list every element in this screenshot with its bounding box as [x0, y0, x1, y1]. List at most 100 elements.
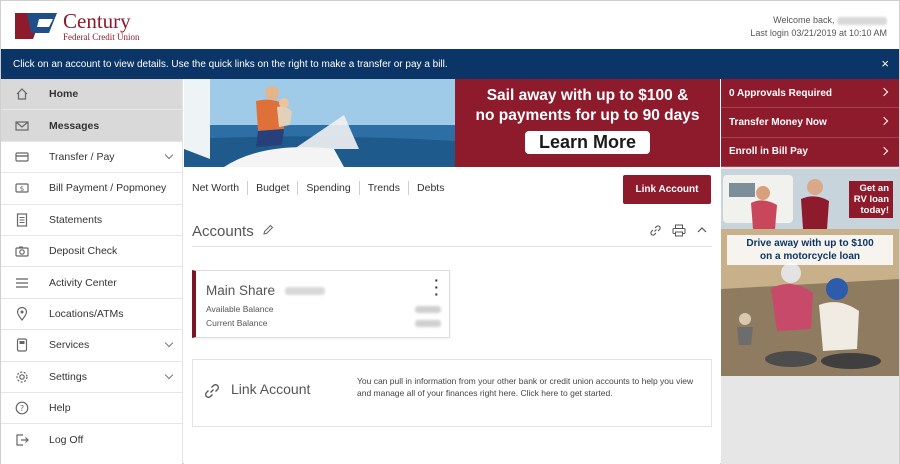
accounts-tools [649, 224, 708, 240]
link-account-description: You can pull in information from your ot… [357, 376, 694, 398]
svg-text:$: $ [20, 185, 24, 193]
sidebar-item-label: Transfer / Pay [49, 150, 115, 163]
sidebar-item-messages[interactable]: Messages [1, 110, 182, 142]
notice-bar: Click on an account to view details. Use… [1, 49, 899, 79]
quick-link-label: Enroll in Bill Pay [729, 146, 808, 158]
logo-flag-icon [13, 11, 61, 41]
sidebar-item-label: Log Off [49, 433, 84, 446]
loan-advertisement[interactable]: Get an RV loan today! Drive away with up… [721, 169, 899, 376]
notice-text: Click on an account to view details. Use… [13, 58, 448, 70]
chevron-right-icon [879, 117, 889, 126]
sidebar-item-activity-center[interactable]: Activity Center [1, 267, 182, 299]
close-icon[interactable]: × [881, 56, 889, 71]
sidebar-item-log-off[interactable]: Log Off [1, 424, 182, 455]
quick-links-column: 0 Approvals Required Transfer Money Now … [721, 79, 899, 464]
camera-icon [15, 244, 29, 258]
sidebar-item-label: Services [49, 339, 90, 352]
quick-link-label: 0 Approvals Required [729, 87, 832, 99]
kebab-menu-icon[interactable]: · · · [434, 273, 439, 301]
sidebar-item-deposit-check[interactable]: Deposit Check [1, 236, 182, 268]
card-icon [15, 150, 29, 164]
sidebar-item-services[interactable]: Services [1, 330, 182, 362]
print-icon[interactable] [672, 224, 686, 240]
sidebar-item-label: Help [49, 402, 71, 415]
envelope-icon [15, 119, 29, 133]
account-card-main-share[interactable]: Main Share Available Balance Current Bal… [192, 270, 450, 338]
services-icon [15, 338, 29, 352]
tab-spending[interactable]: Spending [298, 181, 360, 195]
sailing-photo [184, 79, 455, 167]
link-account-button[interactable]: Link Account [623, 175, 711, 204]
sidebar-item-settings[interactable]: Settings [1, 362, 182, 393]
quick-link-label: Transfer Money Now [729, 116, 827, 128]
link-account-panel[interactable]: Link Account You can pull in information… [192, 359, 712, 427]
account-name: Main Share [206, 283, 325, 298]
logout-icon [15, 433, 29, 447]
redacted-available-balance [415, 306, 441, 313]
chevron-right-icon [879, 146, 889, 155]
redacted-account-number [284, 287, 325, 296]
link-icon[interactable] [649, 224, 662, 240]
main-content: Sail away with up to $100 & no payments … [184, 79, 720, 464]
logo-name: Century [63, 8, 131, 33]
tab-trends[interactable]: Trends [360, 181, 410, 195]
motorcycle-loan-callout: Drive away with up to $100 on a motorcyc… [727, 235, 893, 265]
link-icon [203, 382, 221, 405]
quick-link-transfer-money[interactable]: Transfer Money Now [721, 108, 899, 138]
current-balance-label: Current Balance [206, 318, 268, 328]
list-icon [15, 276, 29, 290]
rv-loan-callout: Get an RV loan today! [849, 181, 893, 218]
tab-debts[interactable]: Debts [409, 181, 452, 195]
quick-link-enroll-bill-pay[interactable]: Enroll in Bill Pay [721, 137, 899, 167]
tab-budget[interactable]: Budget [248, 181, 299, 195]
svg-text:?: ? [20, 404, 24, 413]
redacted-current-balance [415, 320, 441, 327]
quick-link-approvals[interactable]: 0 Approvals Required [721, 79, 899, 109]
logo[interactable]: Century Federal Credit Union [13, 9, 139, 43]
tab-net-worth[interactable]: Net Worth [192, 181, 249, 195]
chevron-down-icon[interactable] [164, 338, 174, 348]
help-icon: ? [15, 401, 29, 415]
chevron-up-icon[interactable] [696, 224, 708, 240]
money-icon: $ [15, 181, 29, 195]
promo-headline-2: no payments for up to 90 days [475, 107, 700, 124]
sidebar-item-label: Messages [49, 119, 100, 132]
sidebar-item-transfer-pay[interactable]: Transfer / Pay [1, 142, 182, 174]
available-balance-label: Available Balance [206, 304, 274, 314]
sidebar-item-home[interactable]: Home [1, 79, 182, 111]
edit-pencil-icon[interactable] [262, 224, 274, 239]
sidebar-item-label: Bill Payment / Popmoney [49, 182, 167, 195]
sidebar-item-label: Settings [49, 370, 87, 383]
welcome-block: Welcome back, Last login 03/21/2019 at 1… [750, 14, 887, 40]
logo-subtitle: Federal Credit Union [63, 31, 140, 42]
promo-headline-1: Sail away with up to $100 & [486, 87, 689, 104]
promo-message: Sail away with up to $100 & no payments … [455, 79, 720, 167]
promo-banner[interactable]: Sail away with up to $100 & no payments … [184, 79, 720, 167]
sidebar-item-locations[interactable]: Locations/ATMs [1, 299, 182, 331]
sidebar-item-label: Deposit Check [49, 245, 118, 258]
chevron-down-icon[interactable] [164, 370, 174, 379]
sidebar-item-label: Locations/ATMs [49, 307, 124, 320]
sidebar-item-statements[interactable]: Statements [1, 205, 182, 236]
sidebar-item-help[interactable]: ? Help [1, 393, 182, 425]
chevron-down-icon[interactable] [164, 150, 174, 160]
learn-more-button[interactable]: Learn More [524, 131, 651, 154]
sidebar-item-label: Statements [49, 213, 103, 226]
sidebar-item-label: Activity Center [49, 276, 117, 289]
header: Century Federal Credit Union Welcome bac… [1, 1, 899, 49]
link-account-title: Link Account [231, 381, 311, 397]
chevron-right-icon [879, 87, 889, 97]
welcome-text: Welcome back, [773, 15, 835, 25]
accounts-title: Accounts [192, 223, 254, 240]
redacted-username [837, 16, 887, 25]
document-icon [15, 213, 29, 227]
last-login: Last login 03/21/2019 at 10:10 AM [750, 28, 887, 38]
sidebar-item-label: Home [49, 88, 79, 101]
sidebar-item-bill-payment[interactable]: $ Bill Payment / Popmoney [1, 173, 182, 205]
map-pin-icon [15, 306, 29, 321]
home-icon [15, 87, 29, 101]
sidebar: Home Messages Transfer / Pay $ Bill Paym… [1, 79, 183, 464]
gear-icon [15, 370, 29, 384]
app-frame: Century Federal Credit Union Welcome bac… [0, 0, 900, 464]
accounts-header: Accounts [192, 221, 712, 247]
